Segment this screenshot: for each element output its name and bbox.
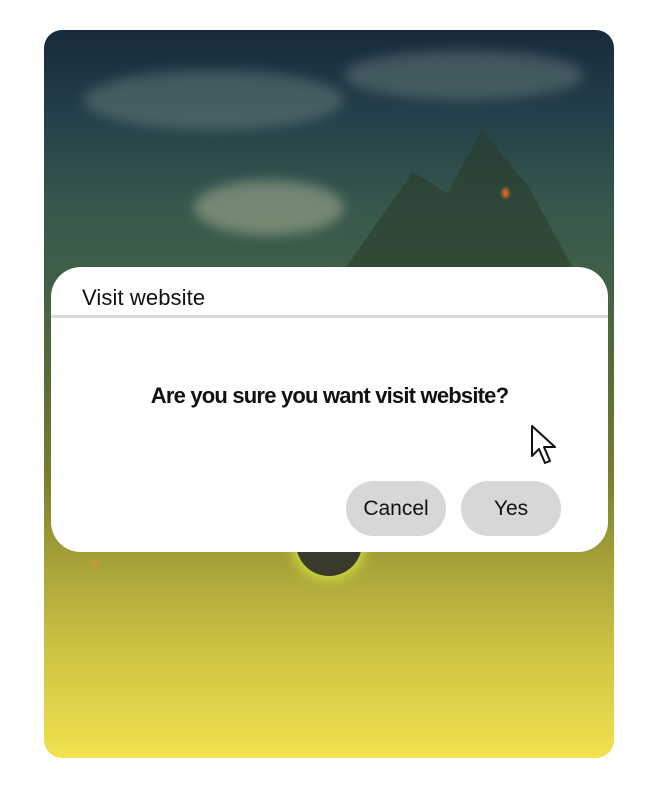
visit-website-dialog: Visit website Are you sure you want visi… — [51, 267, 608, 552]
ember-dot — [502, 188, 509, 198]
yes-button[interactable]: Yes — [461, 481, 561, 536]
cloud-shape — [84, 70, 344, 130]
cancel-button[interactable]: Cancel — [346, 481, 446, 536]
dialog-title: Visit website — [82, 285, 206, 310]
cloud-shape — [194, 180, 344, 235]
mountain-shape — [344, 130, 574, 270]
mouse-pointer-icon — [531, 425, 556, 464]
ember-dot — [92, 558, 99, 568]
dialog-divider — [51, 315, 608, 318]
cloud-shape — [344, 50, 584, 100]
dialog-message: Are you sure you want visit website? — [150, 383, 509, 408]
